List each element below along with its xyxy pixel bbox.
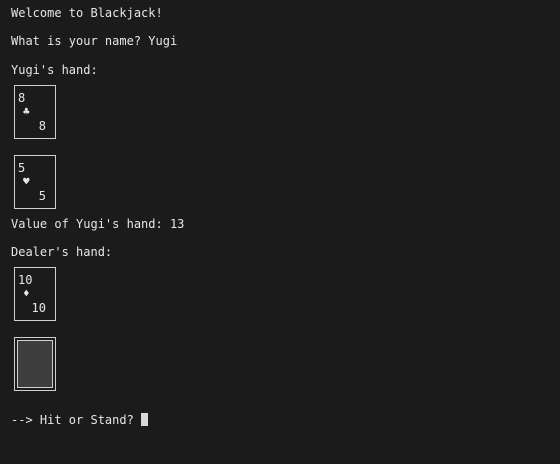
action-prompt-line: --> Hit or Stand? bbox=[11, 413, 148, 427]
text-cursor[interactable] bbox=[140, 413, 148, 426]
card-rank-bottom: 10 bbox=[31, 301, 46, 315]
card-rank-top: 10 bbox=[18, 273, 33, 287]
name-prompt: What is your name? Yugi bbox=[11, 34, 178, 48]
card-rank-bottom: 5 bbox=[38, 189, 46, 203]
dealer-card: 10 ♦ 10 bbox=[14, 267, 56, 321]
dealer-hand-label: Dealer's hand: bbox=[11, 245, 113, 259]
card-rank-bottom: 8 bbox=[38, 119, 46, 133]
player-card: 8 ♣ 8 bbox=[14, 85, 56, 139]
player-hand-value: Value of Yugi's hand: 13 bbox=[11, 217, 185, 231]
card-suit-icon: ♣ bbox=[23, 105, 30, 118]
card-rank-top: 8 bbox=[18, 91, 26, 105]
dealer-hidden-card bbox=[14, 337, 56, 391]
action-prompt: --> Hit or Stand? bbox=[11, 413, 134, 427]
player-card: 5 ♥ 5 bbox=[14, 155, 56, 209]
welcome-text: Welcome to Blackjack! bbox=[11, 6, 163, 20]
card-suit-icon: ♥ bbox=[23, 175, 30, 188]
card-suit-icon: ♦ bbox=[23, 287, 30, 300]
player-hand-label: Yugi's hand: bbox=[11, 63, 98, 77]
card-back-pattern bbox=[17, 340, 53, 388]
card-rank-top: 5 bbox=[18, 161, 26, 175]
